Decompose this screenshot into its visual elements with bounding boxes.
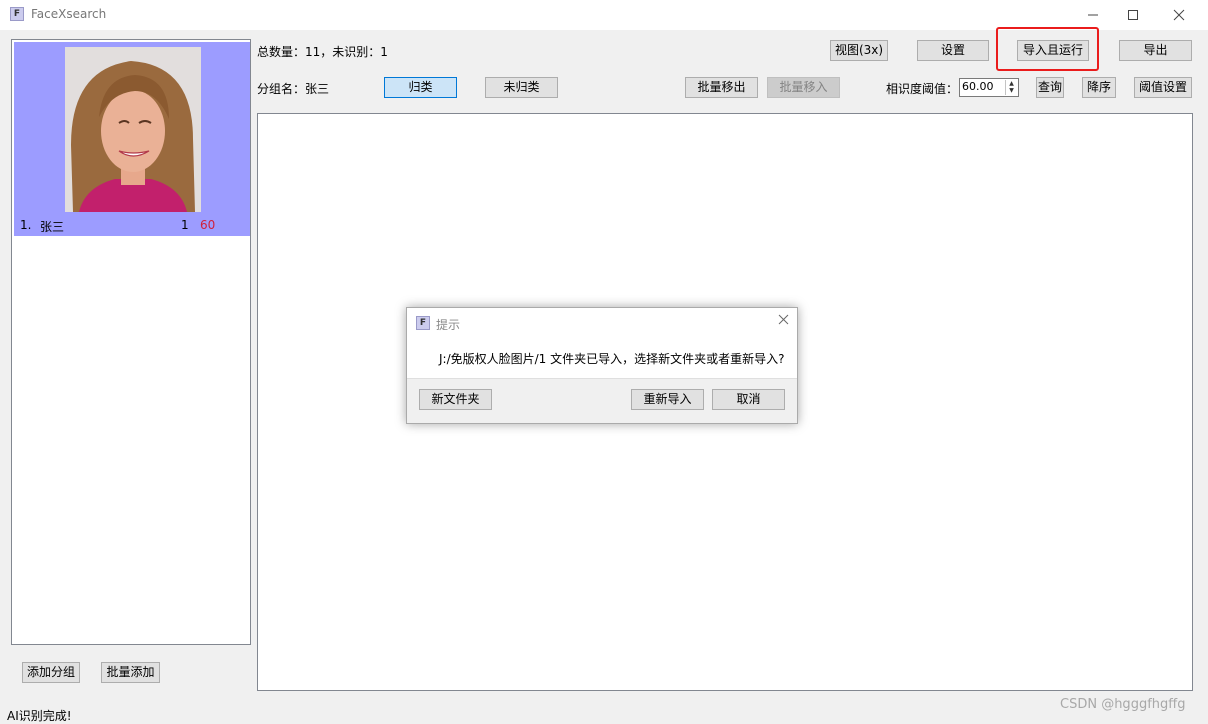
group-index: 1. (20, 218, 32, 232)
classified-button[interactable]: 归类 (384, 77, 457, 98)
maximize-icon (1128, 10, 1138, 20)
dialog-close-button[interactable] (772, 311, 794, 333)
group-score: 60 (200, 218, 216, 232)
close-icon (1173, 9, 1185, 21)
threshold-settings-button[interactable]: 阈值设置 (1134, 77, 1192, 98)
view-button[interactable]: 视图(3x) (830, 40, 888, 61)
status-text: AI识别完成! (7, 709, 72, 723)
dialog-close-icon (778, 314, 788, 325)
minimize-icon (1088, 14, 1098, 16)
app-icon: F (10, 7, 24, 21)
batch-move-in-button: 批量移入 (767, 77, 840, 98)
dialog-footer: 新文件夹 重新导入 取消 (407, 378, 797, 423)
close-button[interactable] (1156, 0, 1202, 30)
group-name: 张三 (40, 220, 65, 234)
group-count: 1 (181, 218, 189, 232)
group-card-caption: 1. 张三 1 60 (20, 218, 246, 234)
similarity-threshold-value: 60.00 (962, 80, 994, 93)
batch-remove-button[interactable]: 批量移出 (685, 77, 758, 98)
title-bar: F FaceXsearch (0, 0, 1208, 30)
dialog-message: J:/免版权人脸图片/1 文件夹已导入，选择新文件夹或者重新导入? (439, 352, 785, 366)
watermark: CSDN @hgggfhgffg (1060, 697, 1186, 712)
descending-button[interactable]: 降序 (1082, 77, 1116, 98)
dialog-title: 提示 (436, 318, 461, 332)
dialog-app-icon: F (416, 316, 430, 330)
window-title: FaceXsearch (31, 7, 107, 21)
face-thumbnail (65, 47, 201, 212)
similarity-threshold-spinbox[interactable]: 60.00 ▲ ▼ (959, 78, 1019, 97)
group-card[interactable]: 1. 张三 1 60 (14, 42, 250, 236)
maximize-button[interactable] (1110, 0, 1156, 30)
reimport-button[interactable]: 重新导入 (631, 389, 704, 410)
import-run-highlight (996, 27, 1099, 71)
similarity-threshold-label: 相识度阈值： (886, 82, 959, 96)
query-button[interactable]: 查询 (1036, 77, 1064, 98)
new-folder-button[interactable]: 新文件夹 (419, 389, 492, 410)
unclassified-button[interactable]: 未归类 (485, 77, 558, 98)
summary-label: 总数量：11，未识别：1 (257, 45, 388, 59)
group-list[interactable]: 1. 张三 1 60 (11, 39, 251, 645)
spin-arrows-icon[interactable]: ▲ ▼ (1005, 80, 1017, 95)
cancel-button[interactable]: 取消 (712, 389, 785, 410)
group-name-label: 分组名：张三 (257, 82, 330, 96)
settings-button[interactable]: 设置 (917, 40, 989, 61)
export-button[interactable]: 导出 (1119, 40, 1192, 61)
batch-add-button[interactable]: 批量添加 (101, 662, 160, 683)
prompt-dialog: F 提示 J:/免版权人脸图片/1 文件夹已导入，选择新文件夹或者重新导入? 新… (406, 307, 798, 424)
add-group-button[interactable]: 添加分组 (22, 662, 80, 683)
